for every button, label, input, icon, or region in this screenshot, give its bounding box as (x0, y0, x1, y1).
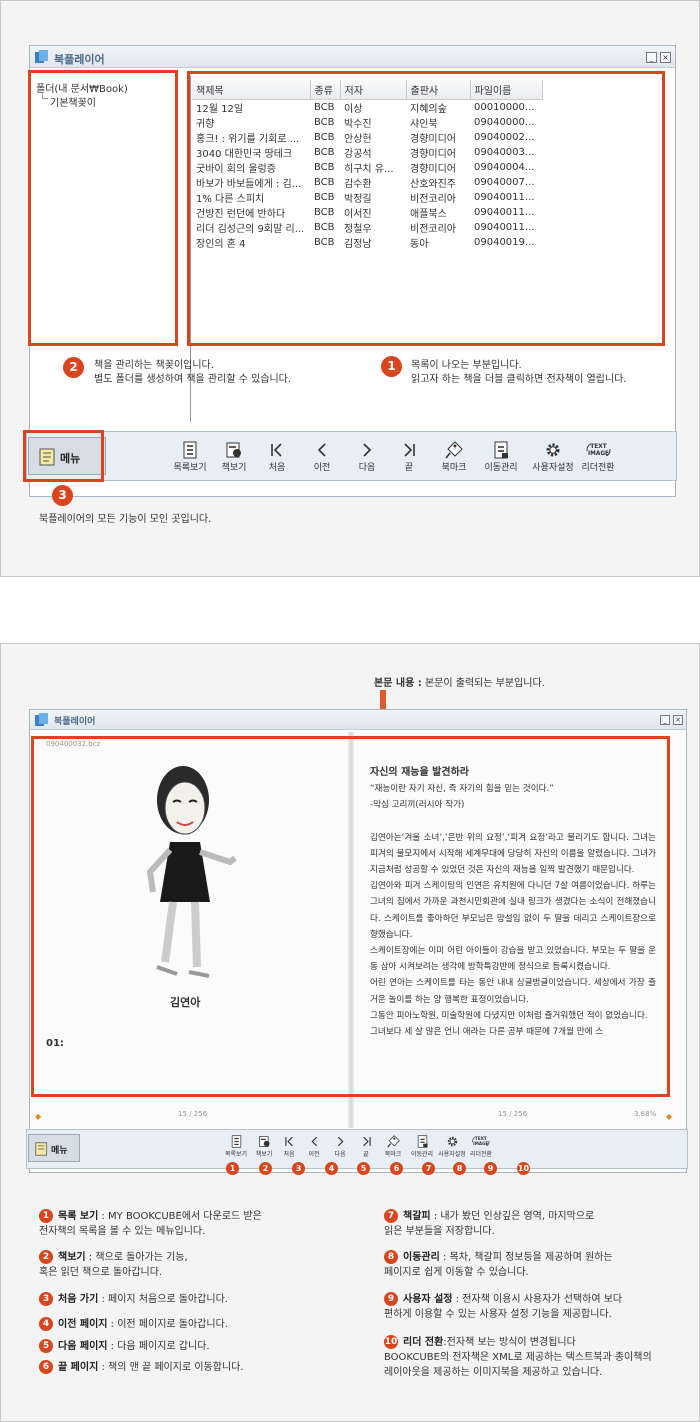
toolbar-button-text-image[interactable]: TEXT IMAGE 리더전환 (570, 441, 626, 473)
toolbar-number-badge: 4 (325, 1162, 338, 1175)
legend-title: 끝 페이지 (58, 1362, 99, 1373)
page-number-right: 15 / 256 (498, 1110, 528, 1118)
toolbar-number-badge: 3 (292, 1162, 305, 1175)
body-content-label-rest: 본문이 출력되는 부분입니다. (421, 678, 545, 689)
navigation-icon (473, 441, 529, 459)
legend-title: 책보기 (58, 1252, 86, 1263)
highlight-menu-button (23, 430, 104, 482)
page-corner-left-icon[interactable]: ◆ (35, 1112, 41, 1121)
legend-number-badge: 1 (39, 1209, 53, 1223)
title-bar: 북플레이어 _ × (30, 46, 675, 68)
legend-title: 리더 전환 (403, 1337, 444, 1348)
toolbar-number-badge: 6 (390, 1162, 403, 1175)
toolbar-number-badge: 5 (357, 1162, 370, 1175)
legend-item: 8 이동관리 : 목차, 책갈피 정보등을 제공하며 원하는 페이지로 쉽게 이동… (384, 1250, 694, 1280)
legend-item: 6 끝 페이지 : 책의 맨 끝 페이지로 이동합니다. (39, 1360, 339, 1375)
toolbar-number-badge: 1 (226, 1162, 239, 1175)
legend-number-badge: 5 (39, 1339, 53, 1353)
legend-item: 9 사용자 설정 : 전자책 이용시 사용자가 선택하여 보다 편하게 이용할 수… (384, 1292, 694, 1322)
reader-toolbar-buttons: 목록보기 책보기 처음 이전 다음 끝 북마크 이동관리 사용자설정 TEXT IMAGE 리더전환 (218, 1135, 558, 1165)
minimize-button[interactable]: _ (660, 715, 670, 725)
legend-item: 2 책보기 : 책으로 돌아가는 기능, 혹은 읽던 책으로 돌아갑니다. (39, 1250, 339, 1280)
highlight-body-content (31, 736, 670, 1097)
page-corner-right-icon[interactable]: ◆ (666, 1112, 672, 1121)
legend-title: 목록 보기 (58, 1211, 99, 1222)
legend-item: 3 처음 가기 : 페이지 처음으로 돌아갑니다. (39, 1292, 339, 1307)
svg-text:IMAGE: IMAGE (587, 451, 608, 457)
toolbar-number-badges: 1 2 3 4 5 6 7 8 9 10 (1, 1162, 700, 1178)
legend-item: 1 목록 보기 : MY BOOKCUBE에서 다운로드 받은 전자책의 목록을 … (39, 1209, 339, 1239)
legend-title: 처음 가기 (58, 1294, 99, 1305)
legend-item: 4 이전 페이지 : 이전 페이지로 돌아갑니다. (39, 1317, 339, 1332)
toolbar-button-label: 리더전환 (469, 1151, 493, 1158)
legend-title: 이전 페이지 (58, 1319, 108, 1330)
close-button[interactable]: × (673, 715, 683, 725)
text-image-icon: TEXT IMAGE (570, 441, 626, 459)
reader-menu-button[interactable]: 메뉴 (28, 1134, 80, 1162)
toolbar-buttons: 목록보기 책보기 처음 이전 다음 끝 북마크 이동관리 사용자설정 TEXT IMAGE 리더전환 (170, 441, 630, 477)
menu-label: 메뉴 (51, 1146, 68, 1156)
page-number-left: 15 / 256 (178, 1110, 208, 1118)
legend-item: 5 다음 페이지 : 다음 페이지로 갑니다. (39, 1339, 339, 1354)
toolbar-number-badge: 2 (259, 1162, 272, 1175)
callout-2-text: 책을 관리하는 책꽂이입니다. 별도 폴더를 생성하여 책을 관리할 수 있습니… (94, 360, 292, 385)
callout-2-badge: 2 (63, 357, 84, 378)
legend-number-badge: 7 (384, 1209, 398, 1223)
toolbar-button-label: 이동관리 (484, 463, 518, 473)
legend-item: 7 책갈피 : 내가 봤던 인상깊은 영역, 마지막으로 읽은 부분들을 저장합니… (384, 1209, 694, 1239)
legend-number-badge: 10 (384, 1335, 398, 1349)
reader-screenshot-panel: 본문 내용 : 본문이 출력되는 부분입니다. 북플레이어 _ × 090400… (0, 643, 700, 1422)
legend-description: : 이전 페이지로 돌아갑니다. (107, 1319, 228, 1330)
legend-title: 사용자 설정 (403, 1294, 453, 1305)
window-title: 북플레이어 (54, 53, 105, 66)
callout-1-text: 목록이 나오는 부분입니다. 읽고자 하는 책을 더블 클릭하면 전자책이 열립… (411, 360, 627, 385)
library-screenshot-panel: 북플레이어 _ × 폴더(내 문서₩Book) 기본책꽂이 책제목 종류 저자 출판사… (0, 0, 700, 577)
close-button[interactable]: × (660, 52, 671, 63)
app-logo-icon (35, 50, 48, 63)
menu-icon (35, 1142, 48, 1156)
legend-description: : 책의 맨 끝 페이지로 이동합니다. (98, 1362, 244, 1373)
body-content-label-bold: 본문 내용 : (374, 678, 422, 689)
legend-number-badge: 4 (39, 1317, 53, 1331)
text-image-icon: TEXT IMAGE (453, 1135, 509, 1148)
legend-number-badge: 9 (384, 1292, 398, 1306)
legend-number-badge: 8 (384, 1250, 398, 1264)
reader-title-bar: 북플레이어 _ × (30, 710, 686, 730)
toolbar-number-badge: 8 (453, 1162, 466, 1175)
legend-number-badge: 3 (39, 1292, 53, 1306)
legend-title: 책갈피 (403, 1211, 431, 1222)
toolbar-button-label: 리더전환 (581, 463, 615, 473)
legend-number-badge: 2 (39, 1250, 53, 1264)
callout-3-badge: 3 (52, 485, 73, 506)
legend-title: 이동관리 (403, 1252, 440, 1263)
svg-text:IMAGE: IMAGE (473, 1141, 488, 1146)
toolbar-number-badge: 7 (422, 1162, 435, 1175)
legend-number-badge: 6 (39, 1360, 53, 1374)
legend-description: : 페이지 처음으로 돌아갑니다. (98, 1294, 228, 1305)
toolbar-button-text-image[interactable]: TEXT IMAGE 리더전환 (453, 1135, 509, 1158)
reader-window-title: 북플레이어 (54, 717, 96, 727)
callout-3-text: 북플레이어의 모든 기능이 모인 곳입니다. (39, 514, 212, 525)
toolbar-number-badge: 10 (517, 1162, 530, 1175)
body-content-label: 본문 내용 : 본문이 출력되는 부분입니다. (374, 674, 545, 689)
app-logo-icon (35, 713, 48, 726)
legend-item: 10 리더 전환:전자책 보는 방식이 변경됩니다 BOOKCUBE의 전자책은 … (384, 1335, 694, 1380)
highlight-folder-tree (28, 70, 178, 346)
zoom-level: 3.68% (634, 1110, 657, 1118)
legend-description: : 다음 페이지로 갑니다. (107, 1341, 210, 1352)
toolbar-number-badge: 9 (484, 1162, 497, 1175)
minimize-button[interactable]: _ (646, 52, 657, 63)
legend-title: 다음 페이지 (58, 1341, 108, 1352)
highlight-book-list (187, 71, 665, 346)
svg-text:TEXT: TEXT (590, 444, 606, 450)
toolbar-button-navigation[interactable]: 이동관리 (473, 441, 529, 473)
callout-1-badge: 1 (381, 356, 402, 377)
